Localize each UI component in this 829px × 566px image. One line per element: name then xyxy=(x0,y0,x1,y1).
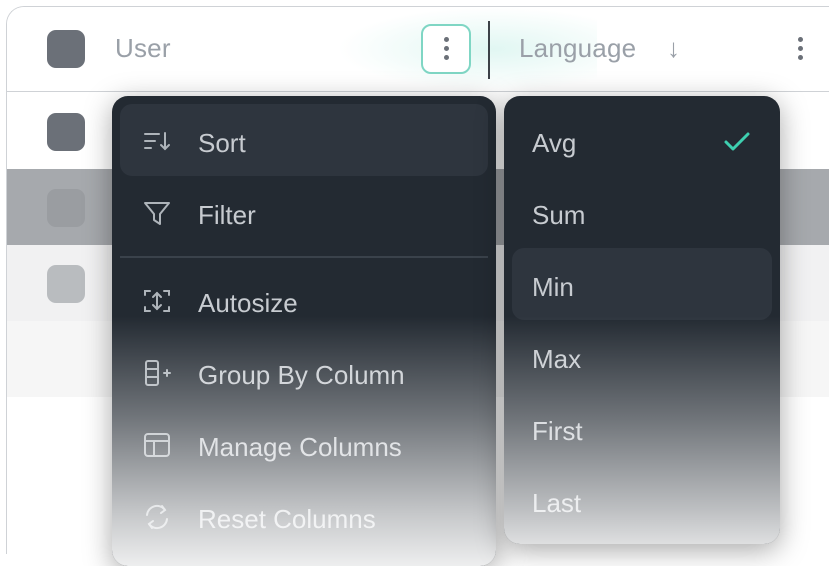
row-checkbox[interactable] xyxy=(47,113,85,151)
checkmark-icon xyxy=(724,132,750,151)
autosize-icon xyxy=(144,290,170,312)
menu-item-autosize[interactable]: Autosize xyxy=(120,264,488,336)
menu-item-group-by-column[interactable]: Group By Column xyxy=(120,336,488,408)
grid-header: User Language ↓ xyxy=(7,7,829,92)
menu-item-filter[interactable]: Filter xyxy=(120,176,488,248)
menu-item-label: Reset Columns xyxy=(198,504,376,534)
sort-icon xyxy=(144,132,170,151)
aggregation-submenu: Avg Sum Min Max First Last xyxy=(504,96,780,544)
column-header-language[interactable]: Language xyxy=(519,33,636,64)
group-by-icon xyxy=(145,360,171,386)
menu-item-label: Manage Columns xyxy=(198,432,402,462)
menu-item-sort[interactable]: Sort xyxy=(120,104,488,176)
select-all-checkbox[interactable] xyxy=(47,30,85,68)
filter-icon xyxy=(144,202,170,225)
more-vertical-icon xyxy=(443,37,449,61)
sort-descending-icon: ↓ xyxy=(667,33,680,63)
aggregate-option-label: Last xyxy=(532,488,582,518)
aggregate-option-first[interactable]: First xyxy=(512,392,772,464)
menu-item-manage-columns[interactable]: Manage Columns xyxy=(120,408,488,480)
reset-icon xyxy=(146,504,168,530)
aggregate-option-label: Min xyxy=(532,272,574,302)
aggregate-option-label: Sum xyxy=(532,200,586,230)
user-column-menu-button[interactable] xyxy=(421,24,471,74)
menu-item-label: Filter xyxy=(198,200,256,230)
aggregate-option-label: Max xyxy=(532,344,582,374)
menu-item-label: Autosize xyxy=(198,288,298,318)
row-checkbox[interactable] xyxy=(47,265,85,303)
column-header-user[interactable]: User xyxy=(115,33,171,64)
language-column-menu-button[interactable] xyxy=(797,37,803,61)
aggregate-option-sum[interactable]: Sum xyxy=(512,176,772,248)
column-resize-handle[interactable] xyxy=(488,21,490,79)
row-checkbox[interactable] xyxy=(47,189,85,227)
menu-item-label: Sort xyxy=(198,128,246,158)
column-menu: Sort Filter Autosize Group By Column Man… xyxy=(112,96,496,566)
aggregate-option-avg[interactable]: Avg xyxy=(512,104,772,176)
aggregate-option-label: First xyxy=(532,416,583,446)
aggregate-option-max[interactable]: Max xyxy=(512,320,772,392)
menu-item-reset-columns[interactable]: Reset Columns xyxy=(120,480,488,552)
manage-columns-icon xyxy=(144,433,170,457)
menu-item-label: Group By Column xyxy=(198,360,405,390)
menu-divider xyxy=(120,256,488,258)
aggregate-option-last[interactable]: Last xyxy=(512,464,772,536)
aggregate-option-label: Avg xyxy=(532,128,577,158)
aggregate-option-min[interactable]: Min xyxy=(512,248,772,320)
